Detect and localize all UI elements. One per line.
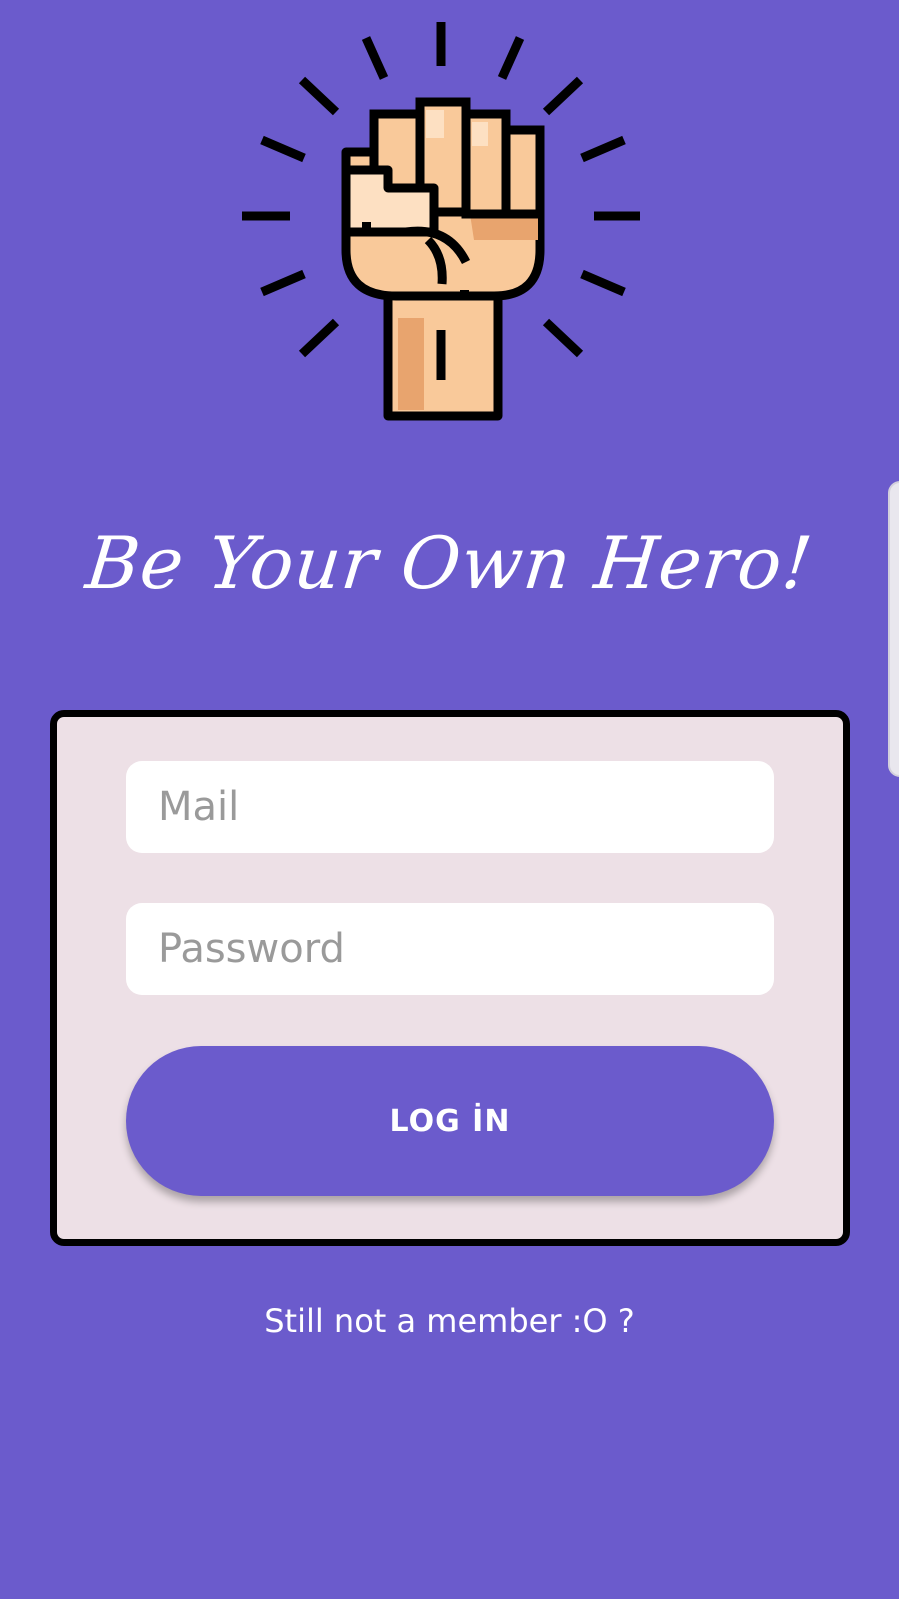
signup-link[interactable]: Still not a member :O ? xyxy=(0,1302,899,1340)
login-card: LOG İN xyxy=(50,710,850,1246)
logo xyxy=(238,18,658,438)
headline: Be Your Own Hero! xyxy=(82,521,817,605)
password-input[interactable] xyxy=(126,903,774,995)
login-button[interactable]: LOG İN xyxy=(126,1046,774,1196)
edge-panel-handle[interactable] xyxy=(888,481,899,777)
mail-input[interactable] xyxy=(126,761,774,853)
raised-fist-icon xyxy=(242,22,640,421)
